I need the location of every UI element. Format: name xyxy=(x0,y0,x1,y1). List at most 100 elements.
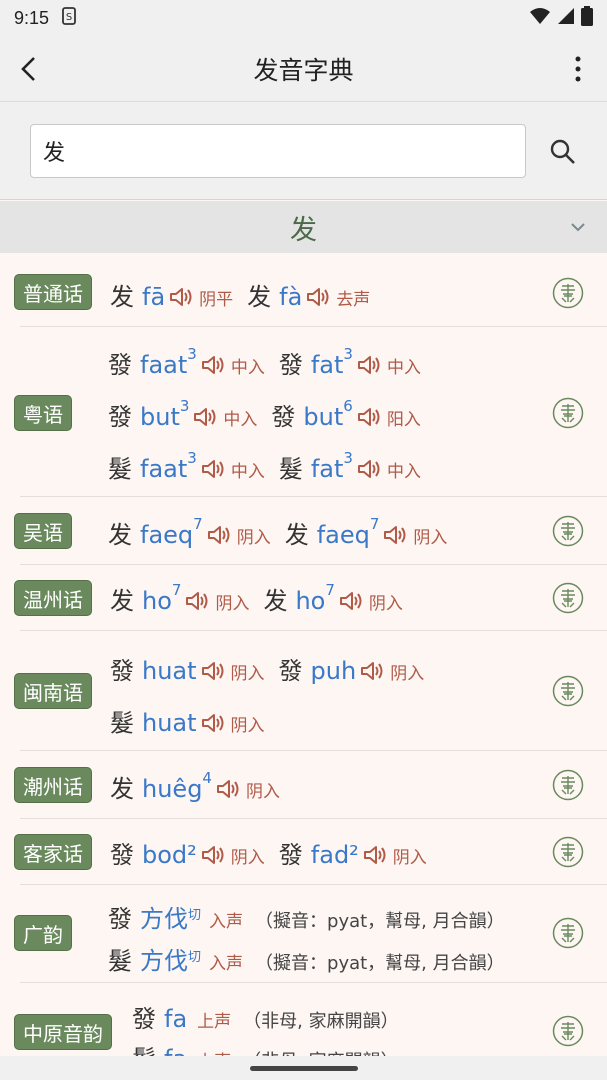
speaker-icon[interactable] xyxy=(207,524,233,546)
reconstruction-note: （擬音：pyat，幫母, 月合韻） xyxy=(255,911,505,932)
search-input[interactable] xyxy=(30,124,526,178)
tone: 去声 xyxy=(336,290,371,310)
hanzi: 发 xyxy=(108,521,132,549)
seal-icon[interactable] xyxy=(552,397,584,429)
back-arrow-icon xyxy=(21,56,35,81)
speaker-icon[interactable] xyxy=(363,844,389,866)
tone: 中入 xyxy=(230,358,265,378)
list-item: 闽南语 發 huat 阴入 發 puh 阴入 髮 huat 阴入 xyxy=(0,631,607,751)
status-icons xyxy=(529,5,593,31)
seal-icon[interactable] xyxy=(552,769,584,801)
speaker-icon[interactable] xyxy=(169,286,195,308)
hanzi: 發 xyxy=(108,905,132,933)
tone: 阴平 xyxy=(199,290,234,310)
tone: 上声 xyxy=(197,1012,232,1032)
hanzi: 髮 xyxy=(110,709,134,737)
hanzi: 髮 xyxy=(132,1039,156,1056)
speaker-icon[interactable] xyxy=(357,354,383,376)
pinyin: ho7 xyxy=(142,581,182,615)
tone: 上声 xyxy=(197,1047,231,1056)
list-item: 普通话 发 fā 阴平 发 fà 去声 xyxy=(0,253,607,327)
tone: 阴入 xyxy=(413,528,448,548)
dialect-tag-guangyun: 广韵 xyxy=(14,915,72,951)
speaker-icon[interactable] xyxy=(357,406,383,428)
pinyin: but6 xyxy=(303,397,353,431)
wifi-icon xyxy=(529,7,551,30)
hanzi: 發 xyxy=(110,841,134,869)
pinyin: faat3 xyxy=(140,449,197,483)
pinyin: puh xyxy=(310,657,357,685)
seal-icon[interactable] xyxy=(552,917,584,949)
speaker-icon[interactable] xyxy=(201,712,227,734)
more-options-button[interactable] xyxy=(549,36,607,102)
hanzi: 髮 xyxy=(108,947,132,975)
seal-icon[interactable] xyxy=(552,582,584,614)
speaker-icon[interactable] xyxy=(201,660,227,682)
home-indicator[interactable] xyxy=(250,1066,358,1071)
speaker-icon[interactable] xyxy=(185,590,211,612)
pinyin: fad² xyxy=(310,841,359,869)
speaker-icon[interactable] xyxy=(339,590,365,612)
list-item: 潮州话 发 huêg4 阴入 xyxy=(0,751,607,819)
seal-icon[interactable] xyxy=(552,277,584,309)
tone: 中入 xyxy=(223,410,258,430)
fanqie: 方伐 xyxy=(140,905,188,933)
hanzi: 發 xyxy=(271,403,296,431)
list-item: 客家话 發 bod² 阴入 發 fad² 阴入 xyxy=(0,819,607,885)
svg-text:S: S xyxy=(66,12,72,23)
speaker-icon[interactable] xyxy=(306,286,332,308)
search-button[interactable] xyxy=(540,130,586,174)
status-bar: 9:15 S xyxy=(0,0,607,36)
hanzi: 发 xyxy=(110,775,134,803)
list-item: 吴语 发 faeq7 阴入 发 faeq7 阴入 xyxy=(0,497,607,565)
gesture-bar xyxy=(0,1056,607,1080)
pinyin: huat xyxy=(142,657,197,685)
speaker-icon[interactable] xyxy=(201,844,227,866)
speaker-icon[interactable] xyxy=(383,524,409,546)
character-header[interactable]: 发 xyxy=(0,201,607,253)
battery-icon xyxy=(581,5,593,31)
speaker-icon[interactable] xyxy=(201,458,227,480)
hanzi: 发 xyxy=(263,587,288,615)
seal-icon[interactable] xyxy=(552,1015,584,1047)
tone: 阴入 xyxy=(230,716,265,736)
pinyin: fat3 xyxy=(310,449,353,483)
list-item: 广韵 發 方伐 切 入声 （擬音：pyat，幫母, 月合韻） 髮 方伐 切 入声… xyxy=(0,885,607,983)
pinyin: faat3 xyxy=(140,345,197,379)
dialect-tag-chaozhou: 潮州话 xyxy=(14,767,92,803)
tone: 中入 xyxy=(386,358,421,378)
list-item: 温州话 发 ho7 阴入 发 ho7 阴入 xyxy=(0,565,607,631)
speaker-icon[interactable] xyxy=(357,458,383,480)
seal-icon[interactable] xyxy=(552,515,584,547)
app-bar: 发音字典 xyxy=(0,36,607,102)
hanzi: 發 xyxy=(132,1005,156,1033)
tone: 阴入 xyxy=(215,594,250,614)
list-item: 粤语 發 faat3 中入 發 fat3 中入 發 but3 中入 發 but6… xyxy=(0,327,607,497)
pinyin: fa xyxy=(164,1045,187,1056)
search-icon xyxy=(550,139,575,164)
tone: 入声 xyxy=(209,912,244,932)
tone: 中入 xyxy=(386,462,421,482)
hanzi: 发 xyxy=(110,587,134,615)
dialect-tag-wenzhou: 温州话 xyxy=(14,580,92,616)
hanzi: 發 xyxy=(278,841,303,869)
speaker-icon[interactable] xyxy=(360,660,386,682)
page-title: 发音字典 xyxy=(253,55,354,85)
speaker-icon[interactable] xyxy=(201,354,227,376)
hanzi: 發 xyxy=(108,351,132,379)
speaker-icon[interactable] xyxy=(193,406,219,428)
pinyin: huat xyxy=(142,709,197,737)
pinyin: fà xyxy=(279,283,303,311)
rhyme-note: （非母, 家麻開韻） xyxy=(243,1011,399,1032)
speaker-icon[interactable] xyxy=(216,778,242,800)
seal-icon[interactable] xyxy=(552,836,584,868)
dialect-tag-minnan: 闽南语 xyxy=(14,673,92,709)
back-button[interactable] xyxy=(0,36,58,102)
status-time: 9:15 xyxy=(14,7,50,28)
fanqie: 方伐 xyxy=(140,947,188,975)
pinyin: ho7 xyxy=(295,581,335,615)
rhyme-note: （非母, 家麻開韻） xyxy=(243,1047,398,1056)
tone: 阴入 xyxy=(368,594,403,614)
seal-icon[interactable] xyxy=(552,675,584,707)
tone: 阴入 xyxy=(392,848,427,868)
